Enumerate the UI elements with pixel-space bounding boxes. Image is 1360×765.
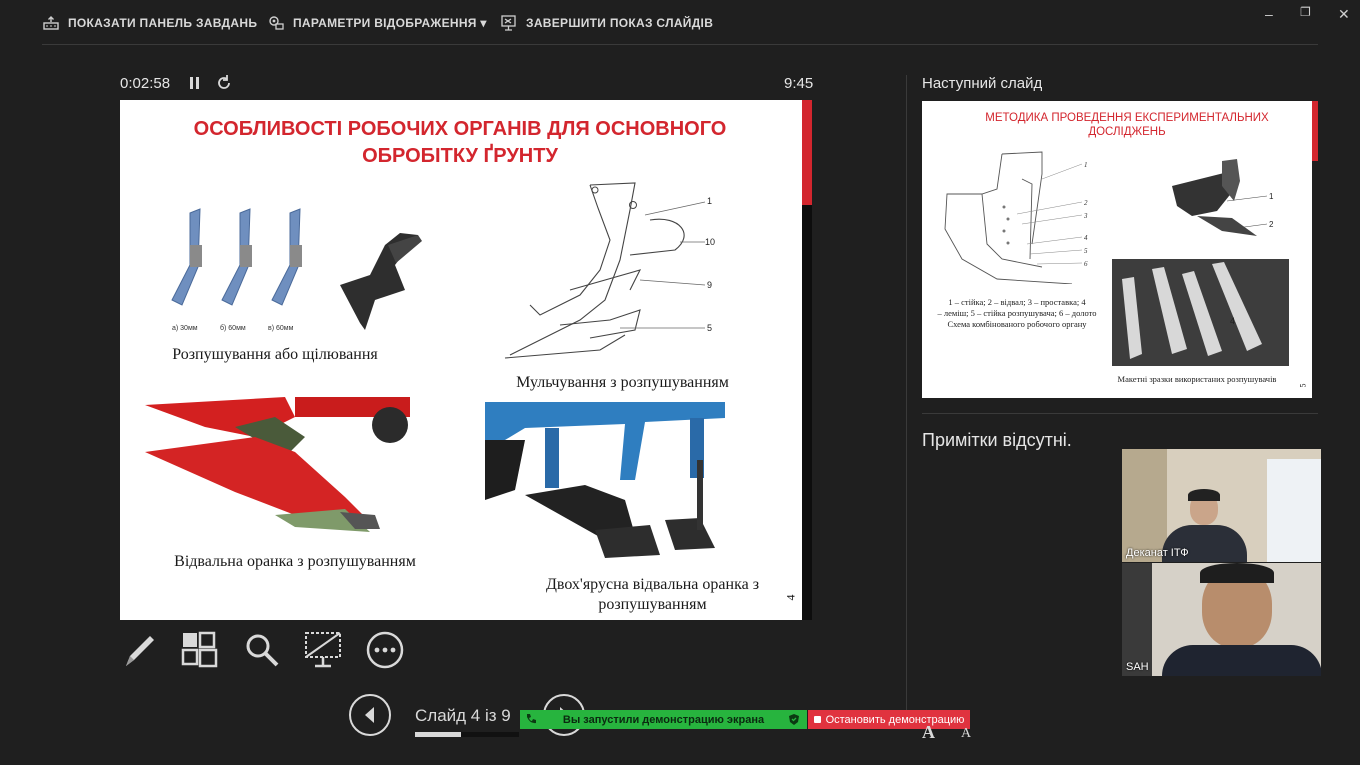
- previous-slide-button[interactable]: [349, 694, 391, 736]
- screen-share-status: Вы запустили демонстрацию экрана: [562, 713, 765, 726]
- pane-divider: [906, 75, 907, 715]
- increase-font-button[interactable]: A: [922, 722, 935, 743]
- next-slide-label: Наступний слайд: [922, 75, 1043, 92]
- scheme-legend: 1 – стійка; 2 – відвал; 3 – проставка; 4…: [927, 297, 1107, 330]
- scheme-legend-line3: Схема комбінованого робочого органу: [947, 319, 1087, 329]
- end-slideshow-icon: [501, 15, 516, 31]
- slide-edge-bar: [802, 100, 812, 620]
- ripper-label-c: в) 60мм: [268, 325, 294, 332]
- participant-hair: [1188, 489, 1220, 501]
- scheme-num-6: 6: [1084, 260, 1088, 268]
- caption-two-tier-line1: Двох'ярусна відвальна оранка з: [545, 576, 760, 593]
- combined-tool-scheme: 1 2 3 4 5 6: [944, 151, 1088, 284]
- scheme-num-4: 4: [1084, 234, 1088, 242]
- scheme-num-2: 2: [1084, 199, 1088, 207]
- display-settings-icon: [269, 16, 284, 30]
- taskbar-icon: [43, 16, 59, 30]
- black-screen-icon[interactable]: [303, 630, 343, 670]
- caption-moldboard: Відвальна оранка з розпушуванням: [174, 553, 416, 570]
- close-button[interactable]: ✕: [1338, 6, 1350, 23]
- display-settings-label: ПАРАМЕТРИ ВІДОБРАЖЕННЯ ▾: [293, 16, 487, 30]
- rippers-photo-caption: Макетні зразки використаних розпушувачів: [1117, 374, 1277, 384]
- diagram-num-9: 9: [707, 280, 712, 290]
- next-slide-title-line1: МЕТОДИКА ПРОВЕДЕННЯ ЕКСПЕРИМЕНТАЛЬНИХ: [985, 112, 1269, 124]
- rippers-photo: 4: [1112, 259, 1289, 366]
- slide-edge-accent: [802, 100, 812, 205]
- pause-icon[interactable]: [185, 73, 205, 93]
- display-settings-button[interactable]: ПАРАМЕТРИ ВІДОБРАЖЕННЯ ▾: [267, 14, 487, 32]
- slide-progress-bar: [415, 732, 519, 737]
- ripper-label-a: а) 30мм: [172, 325, 198, 332]
- stop-sharing-button[interactable]: Остановить демонстрацию: [808, 710, 970, 729]
- slide-title-line1: ОСОБЛИВОСТІ РОБОЧИХ ОРГАНІВ ДЛЯ ОСНОВНОГ…: [193, 118, 727, 140]
- phone-icon: [527, 714, 536, 724]
- two-tier-plow-image: [485, 402, 725, 558]
- diagram-num-1: 1: [707, 196, 712, 206]
- video-background-dark: [1122, 563, 1152, 676]
- scheme-num-3: 3: [1083, 212, 1088, 220]
- scheme-legend-line1: 1 – стійка; 2 – відвал; 3 – проставка; 4: [948, 297, 1086, 307]
- ripper-shanks-image: а) 30мм б) 60мм в) 60мм: [171, 208, 422, 332]
- next-slide-preview[interactable]: МЕТОДИКА ПРОВЕДЕННЯ ЕКСПЕРИМЕНТАЛЬНИХ ДО…: [922, 101, 1312, 398]
- moldboard-plow-image: [145, 397, 410, 532]
- diagram-num-10: 10: [705, 237, 715, 247]
- ripper-label-b: б) 60мм: [220, 324, 246, 332]
- caption-two-tier-line2: розпушуванням: [598, 596, 707, 613]
- toolbar-divider: [42, 44, 1318, 45]
- show-taskbar-label: ПОКАЗАТИ ПАНЕЛЬ ЗАВДАНЬ: [68, 16, 258, 30]
- decrease-font-button[interactable]: A: [961, 726, 971, 742]
- slide-page-number: 4: [783, 594, 798, 601]
- elapsed-timer: 0:02:58: [120, 75, 171, 92]
- video-background-curtain: [1122, 449, 1167, 562]
- participant-hair: [1200, 563, 1274, 583]
- notes-divider: [922, 413, 1318, 414]
- stop-icon: [813, 716, 821, 723]
- end-slideshow-button[interactable]: ЗАВЕРШИТИ ПОКАЗ СЛАЙДІВ: [500, 14, 713, 32]
- photo-num-1: 1: [1269, 192, 1274, 201]
- end-slideshow-label: ЗАВЕРШИТИ ПОКАЗ СЛАЙДІВ: [526, 16, 714, 30]
- show-taskbar-button[interactable]: ПОКАЗАТИ ПАНЕЛЬ ЗАВДАНЬ: [42, 14, 257, 32]
- video-tile-dekanat[interactable]: Деканат ІТФ: [1122, 449, 1321, 562]
- see-all-slides-icon[interactable]: [180, 630, 220, 670]
- video-tile-sah[interactable]: SAH: [1122, 563, 1321, 676]
- slide-title: ОСОБЛИВОСТІ РОБОЧИХ ОРГАНІВ ДЛЯ ОСНОВНОГ…: [180, 116, 740, 170]
- photo-num-2: 2: [1269, 220, 1274, 229]
- reset-timer-icon[interactable]: [214, 73, 234, 93]
- restore-button[interactable]: ❐: [1300, 5, 1311, 19]
- participant-body: [1162, 645, 1321, 676]
- zoom-icon[interactable]: [242, 630, 282, 670]
- caption-mulching: Мульчування з розпушуванням: [516, 374, 729, 391]
- rippers-photo-num: 4: [1230, 316, 1235, 326]
- current-slide[interactable]: ОСОБЛИВОСТІ РОБОЧИХ ОРГАНІВ ДЛЯ ОСНОВНОГ…: [120, 100, 802, 620]
- shield-icon: [789, 714, 799, 725]
- next-slide-edge-accent: [1312, 101, 1318, 161]
- next-slide-title-line2: ДОСЛІДЖЕНЬ: [1088, 126, 1166, 138]
- diagram-num-5: 5: [707, 323, 712, 333]
- tool-photo: 1 2: [1172, 159, 1274, 236]
- scheme-num-1: 1: [1084, 161, 1088, 169]
- rippers-photo-drawing: 4: [1122, 262, 1262, 359]
- mulching-diagram: 1 10 9 5: [504, 182, 715, 359]
- slide-title-line2: ОБРОБІТКУ ҐРУНТУ: [362, 145, 558, 167]
- scheme-legend-line2: – леміш; 5 – стійка розпушувача; 6 – дол…: [937, 308, 1097, 318]
- participant-name: Деканат ІТФ: [1126, 547, 1189, 559]
- stop-sharing-label: Остановить демонстрацию: [825, 713, 965, 726]
- caption-two-tier: Двох'ярусна відвальна оранка з розпушува…: [520, 575, 785, 615]
- minimize-button[interactable]: –: [1265, 6, 1273, 22]
- scheme-num-5: 5: [1084, 247, 1088, 255]
- caption-ripping: Розпушування або щілювання: [172, 346, 378, 363]
- pen-icon[interactable]: [120, 630, 160, 670]
- screen-share-status-bar: Вы запустили демонстрацию экрана: [520, 710, 807, 729]
- next-slide-page-number: 5: [1298, 383, 1308, 388]
- participant-name: SAH: [1126, 661, 1149, 673]
- slide-progress-fill: [415, 732, 461, 737]
- slide-counter[interactable]: Слайд 4 із 9: [415, 706, 511, 726]
- presenter-toolbar: ПОКАЗАТИ ПАНЕЛЬ ЗАВДАНЬ ПАРАМЕТРИ ВІДОБР…: [0, 0, 1360, 46]
- speaker-notes: Примітки відсутні.: [922, 430, 1072, 450]
- clock: 9:45: [784, 75, 814, 92]
- arrow-left-icon: [365, 707, 374, 723]
- more-options-icon[interactable]: [365, 630, 405, 670]
- next-slide-title: МЕТОДИКА ПРОВЕДЕННЯ ЕКСПЕРИМЕНТАЛЬНИХ ДО…: [962, 111, 1292, 139]
- video-background-window: [1267, 459, 1321, 562]
